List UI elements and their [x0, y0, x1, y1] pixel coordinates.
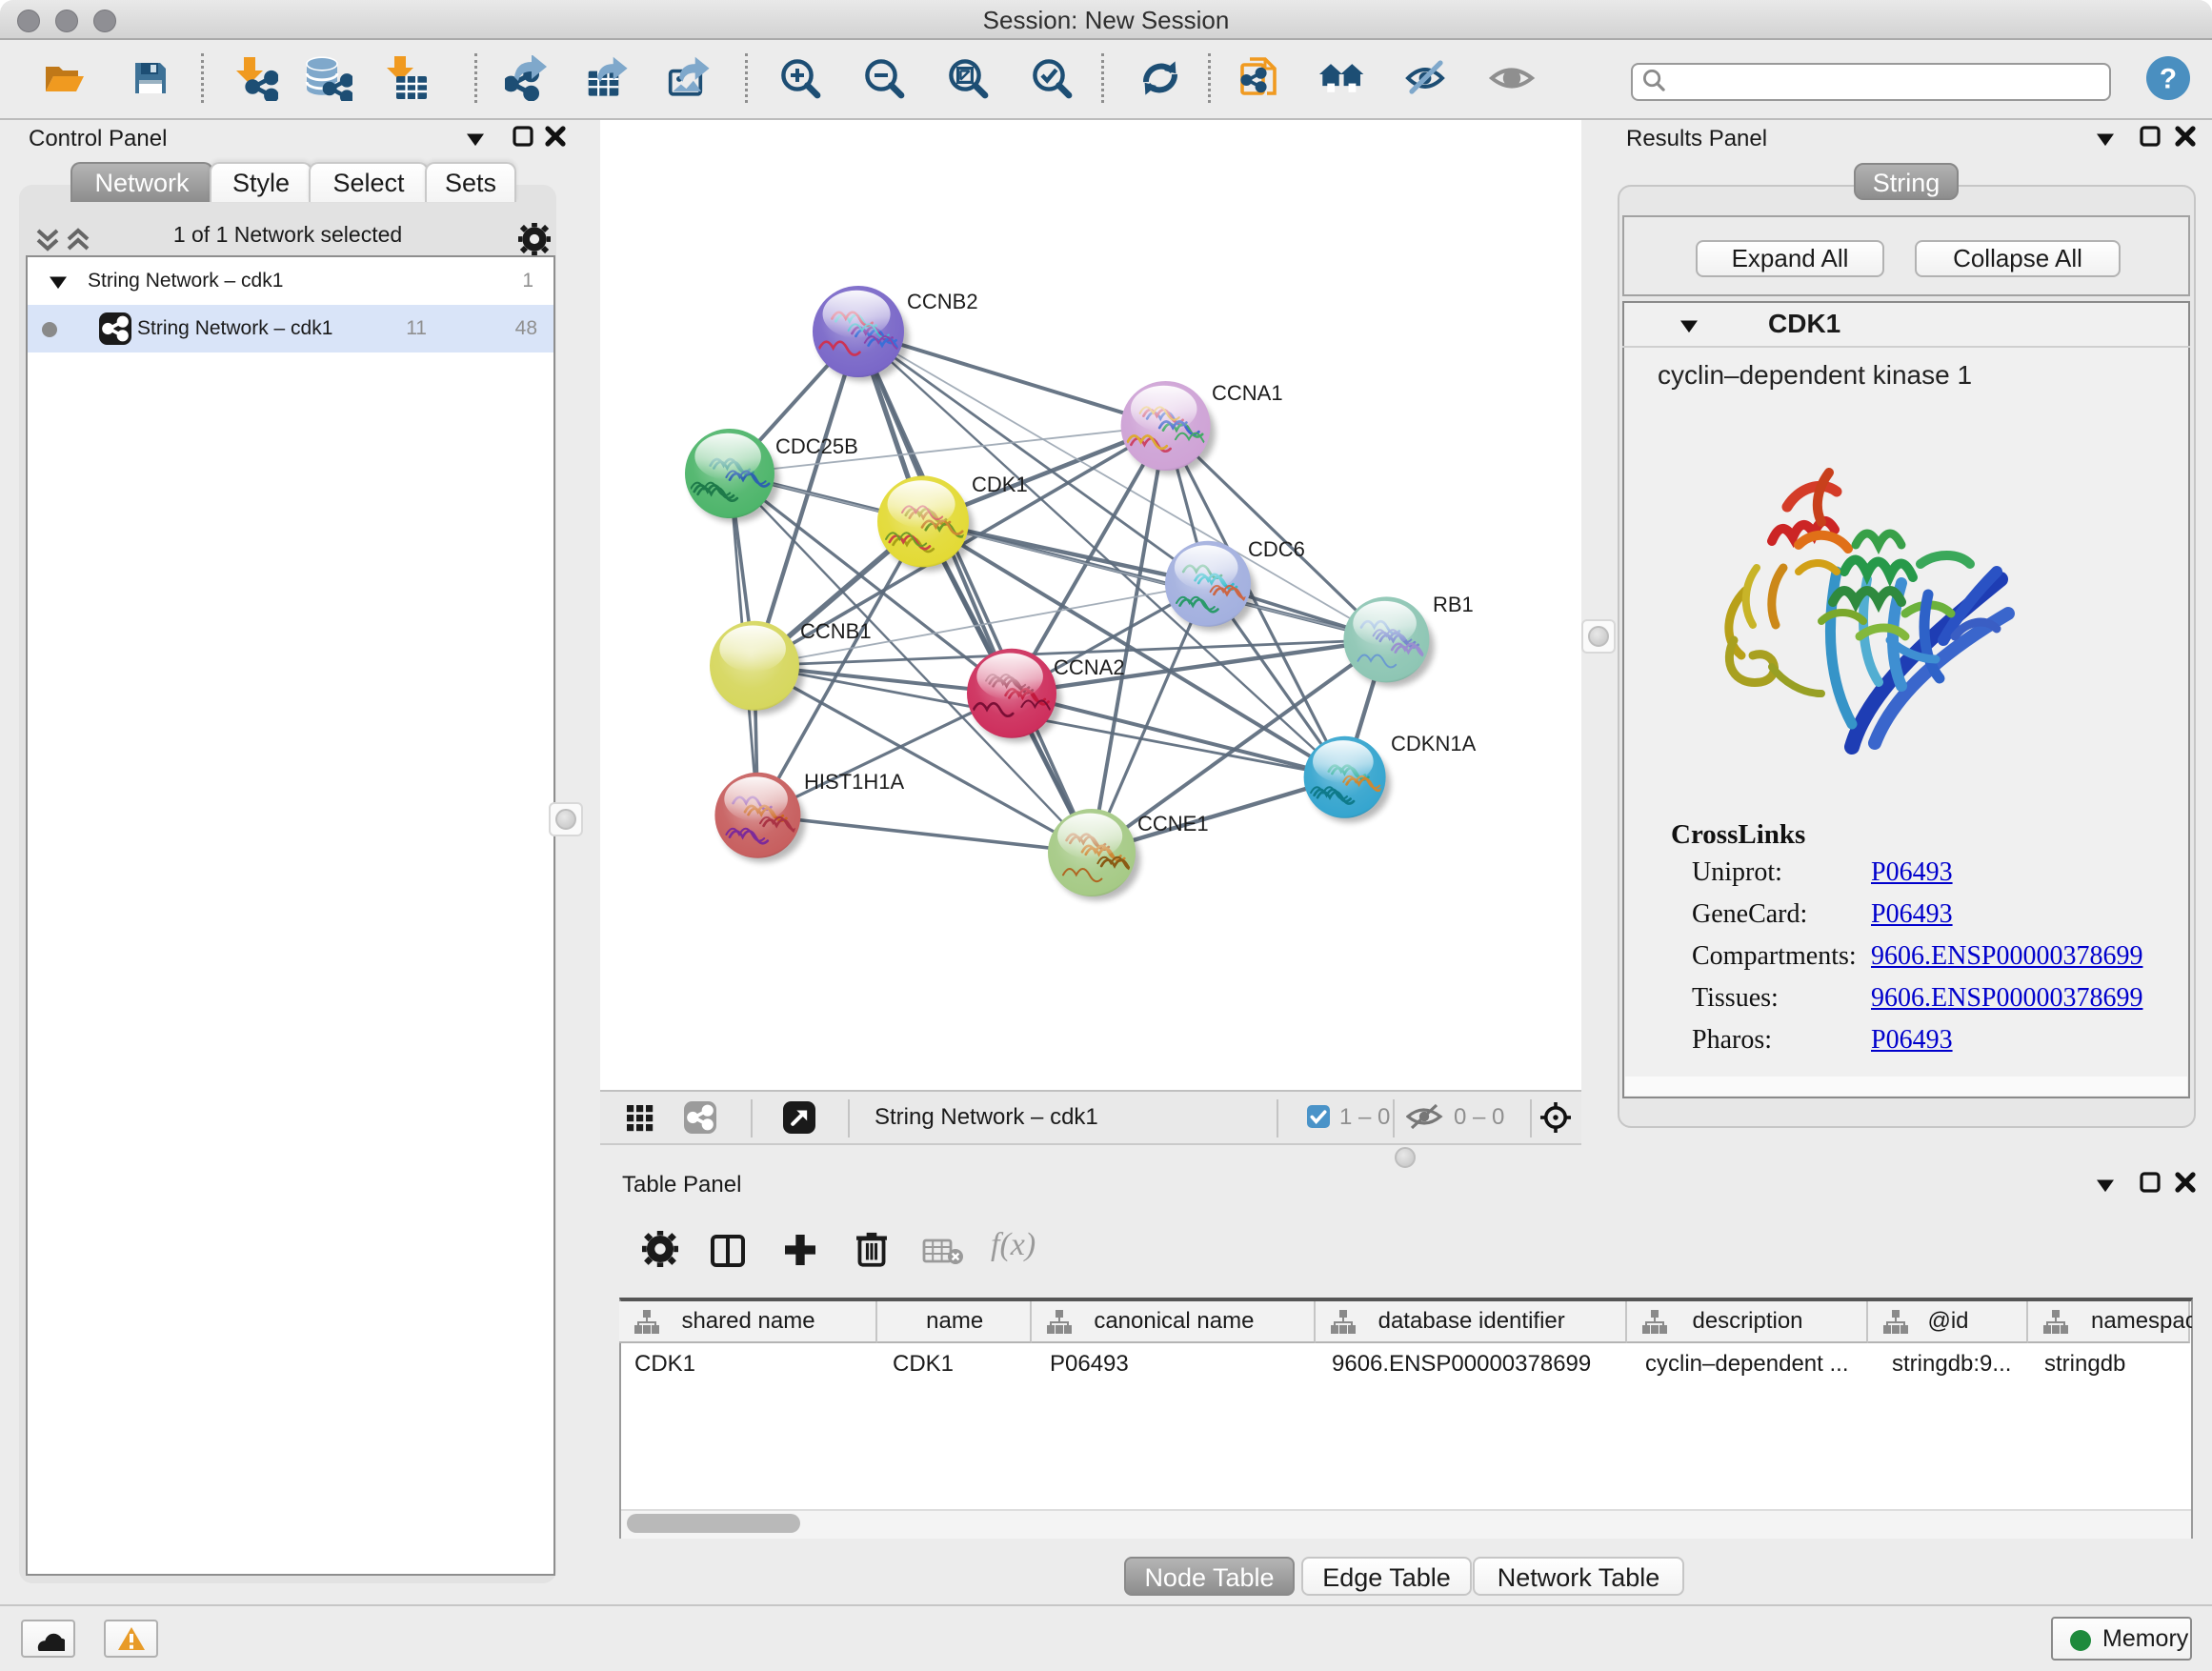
svg-text:HIST1H1A: HIST1H1A: [804, 770, 904, 794]
svg-text:CDC6: CDC6: [1248, 537, 1305, 561]
svg-text:CCNB2: CCNB2: [907, 290, 978, 313]
svg-text:RB1: RB1: [1433, 593, 1474, 616]
svg-text:CCNA2: CCNA2: [1054, 655, 1125, 679]
svg-text:?: ?: [2160, 64, 2177, 95]
svg-text:CDKN1A: CDKN1A: [1391, 732, 1477, 755]
svg-text:CCNE1: CCNE1: [1137, 812, 1209, 836]
svg-text:CDC25B: CDC25B: [775, 434, 858, 458]
svg-text:CCNA1: CCNA1: [1212, 381, 1283, 405]
svg-text:CDK1: CDK1: [972, 473, 1028, 496]
svg-text:CCNB1: CCNB1: [800, 619, 872, 643]
